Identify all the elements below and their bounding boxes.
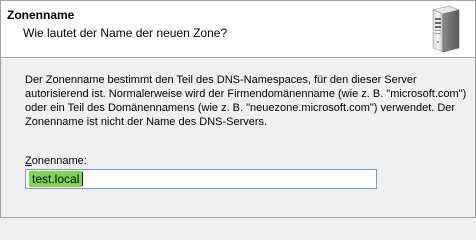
header-divider-highlight bbox=[1, 58, 475, 59]
description-line: Der Zonenname bestimmt den Teil des DNS-… bbox=[25, 74, 417, 86]
zone-name-label: Zonenname: bbox=[25, 155, 87, 167]
wizard-page: Zonenname Wie lautet der Name der neuen … bbox=[0, 0, 476, 218]
page-subtitle: Wie lautet der Name der neuen Zone? bbox=[23, 26, 228, 40]
zone-name-label-text: onenname: bbox=[31, 155, 87, 167]
description-line: oder ein Teil des Domänennamens (wie z. … bbox=[25, 102, 456, 114]
page-title: Zonenname bbox=[7, 8, 75, 22]
zone-name-label-accelerator: Z bbox=[25, 155, 32, 167]
text-caret bbox=[82, 172, 83, 186]
zone-name-input[interactable]: test.local bbox=[25, 169, 377, 189]
description-line: autorisierend ist. Normalerweise wird de… bbox=[25, 88, 467, 100]
description-text: Der Zonenname bestimmt den Teil des DNS-… bbox=[25, 73, 467, 129]
description-line: Zonenname ist nicht der Name des DNS-Ser… bbox=[25, 116, 268, 128]
server-icon bbox=[432, 5, 460, 53]
zone-name-input-value[interactable]: test.local bbox=[29, 171, 83, 187]
wizard-header: Zonenname Wie lautet der Name der neuen … bbox=[1, 1, 475, 57]
